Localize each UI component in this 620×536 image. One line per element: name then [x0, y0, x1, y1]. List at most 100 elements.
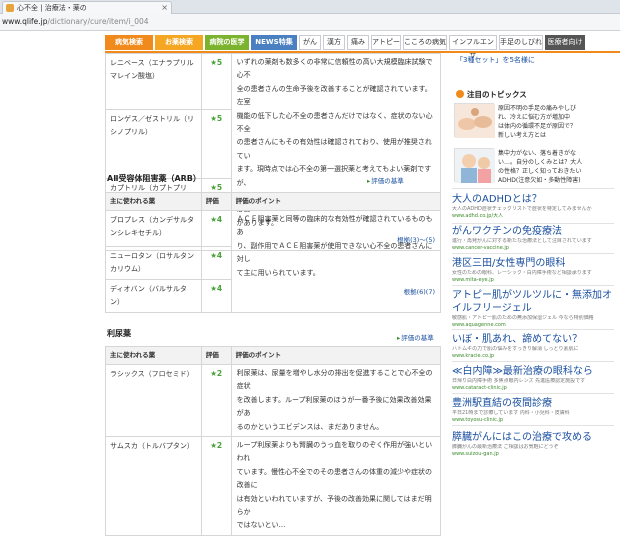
browser-tab[interactable]: 心不全 | 治療法・薬の × — [2, 1, 172, 14]
point-line: り、副作用でＡＣＥ阻害薬が使用できない心不全の患者さんに対し — [236, 241, 433, 264]
drug-name[interactable]: ディオバン（バルサルタン） — [105, 279, 202, 313]
ad-description: 平日21時まで診療しています 内科・小児科・皮膚科 — [452, 410, 570, 416]
drug-name[interactable]: ロンゲス／ゼストリル（リシノプリル） — [105, 109, 202, 179]
topic-text[interactable]: 原因不明の手足の痛みやしび れ、冷えに悩む方が増加中 は体内の循環不足が原因で？… — [498, 104, 616, 140]
topics-heading: 注目のトピックス — [456, 89, 527, 100]
promo-link[interactable]: 「3種セット」を5名様に — [456, 55, 535, 65]
section-title-diuretics: 利尿薬 — [107, 329, 131, 338]
topic-line: い…。自分のしくみとは？大人 — [498, 159, 583, 166]
tag-numbness[interactable]: 手足のしびれ — [499, 35, 543, 50]
ad-url[interactable]: www.suizou-gan.jp — [452, 451, 612, 458]
header-rating: 評価 — [200, 192, 232, 211]
ad-item[interactable]: 膵臓がんにはこの治療で攻める 膵臓がんの最新治療法 ご相談はお気軽にどうぞ ww… — [452, 431, 612, 458]
tag-pain[interactable]: 痛み — [347, 35, 369, 50]
criteria-link[interactable]: 評価の基準 — [367, 175, 404, 185]
address-bar[interactable]: www.qlife.jp/dictionary/cure/item/i_004 — [0, 14, 620, 31]
ad-description: 大人のADHD症状チェックリストで症状を特定してみませんか — [452, 206, 592, 212]
section-title-arb: AⅡ受容体阻害薬（ARB） — [107, 174, 201, 183]
topic-line: は体内の循環不足が原因で？ — [498, 123, 577, 130]
ad-item[interactable]: アトピー肌がツルツルに・無添加オイルフリージェル 敏感肌・アトピー肌のための無添… — [452, 289, 612, 329]
ad-url[interactable]: www.kracie.co.jp — [452, 353, 612, 360]
rating: ★4 — [200, 279, 232, 313]
site-nav: 病気検索 お薬検索 病院の医学 NEWS特集 がん 漢方 痛み アトピー こころ… — [105, 35, 620, 59]
tag-cancer[interactable]: がん — [299, 35, 321, 50]
point-line: ています。慢性心不全でのその患者さんの体重の減少や症状の改善に — [236, 467, 432, 490]
topic-text[interactable]: 集中力がない、落ち着きがな い…。自分のしくみとは？大人 の性格？正しく知ってお… — [498, 149, 616, 185]
ad-title[interactable]: アトピー肌がツルツルに・無添加オイルフリージェル — [452, 289, 612, 315]
header-point: 評価のポイント — [230, 192, 442, 211]
topic-line: 原因不明の手足の痛みやしび — [498, 105, 577, 112]
ad-title[interactable]: 豊洲駅直結の夜間診療 — [452, 397, 612, 410]
evaluation-point: ＡＣＥ阻害薬と同等の臨床的な有効性が確認されているものもあ り、副作用でＡＣＥ阻… — [230, 210, 442, 313]
ad-description: 敏感肌・アトピー肌のための無添加保湿ジェル 今なら特別価格 — [452, 315, 594, 321]
tag-mental[interactable]: こころの病気 — [403, 35, 447, 50]
tag-kampo[interactable]: 漢方 — [323, 35, 345, 50]
diuretics-table: 主に使われる薬 評価 評価のポイント ラシックス（フロセミド） ★2 利尿薬は、… — [105, 346, 442, 536]
topic-line: れ、冷えに悩む方が増加中 — [498, 114, 571, 121]
divider — [452, 285, 614, 286]
main-content: レニベース（エナラプリルマレイン酸塩） ★5 いずれの薬剤も数多くの非常に信頼性… — [105, 52, 445, 536]
ad-url[interactable]: www.adhd.co.jp/大人 — [452, 213, 612, 220]
ad-item[interactable]: 豊洲駅直結の夜間診療 平日21時まで診療しています 内科・小児科・皮膚科 www… — [452, 397, 612, 424]
drug-name[interactable]: ラシックス（フロセミド） — [105, 363, 202, 438]
header-point: 評価のポイント — [230, 346, 442, 365]
divider — [452, 425, 614, 426]
drug-name[interactable]: ブロプレス（カンデサルタンシレキセチル） — [105, 210, 202, 247]
topic-line: 新しい考え方とは — [498, 132, 547, 139]
divider — [452, 393, 614, 394]
nav-disease-search[interactable]: 病気検索 — [105, 35, 153, 50]
close-tab-icon[interactable]: × — [161, 2, 168, 14]
topic-thumbnail[interactable] — [454, 103, 495, 138]
point-line: を改善します。ループ利尿薬のほうが一番予後に効果改善効果があ — [236, 395, 432, 418]
drug-name[interactable]: ニューロタン（ロサルタンカリウム） — [105, 246, 202, 280]
ad-url[interactable]: www.toyosu-clinic.jp — [452, 417, 612, 424]
drug-name[interactable]: サムスカ（トルバプタン） — [105, 436, 202, 536]
rating: ★5 — [200, 52, 232, 111]
ad-item[interactable]: 港区三田/女性専門の眼科 女性のための眼科、レーシック・白内障手術など相談承りま… — [452, 257, 612, 284]
divider — [452, 361, 614, 362]
url-path: /dictionary/cure/item/i_004 — [47, 17, 149, 26]
arb-table: 主に使われる薬 評価 評価のポイント ブロプレス（カンデサルタンシレキセチル） … — [105, 192, 442, 313]
topics-title: 注目のトピックス — [467, 90, 527, 99]
ad-item[interactable]: がんワクチンの免疫療法 進行・再発がんに対する新たな治療法として注目されています… — [452, 225, 612, 252]
ad-item[interactable]: ≪白内障≫最新治療の眼科なら 日帰り白内障手術 多焦点眼内レンズ 先進医療認定施… — [452, 365, 612, 392]
tab-title: 心不全 | 治療法・薬の — [17, 4, 87, 12]
ad-description: 日帰り白内障手術 多焦点眼内レンズ 先進医療認定施設です — [452, 378, 586, 384]
rating: ★2 — [200, 363, 232, 438]
tag-medical-pro[interactable]: 医療者向け — [545, 35, 585, 50]
nav-news[interactable]: NEWS特集 — [251, 35, 297, 50]
hands-image-icon — [455, 104, 495, 138]
ad-url[interactable]: www.mita-eye.jp — [452, 277, 612, 284]
ad-item[interactable]: いぼ・肌あれ、諦めてない？ ハトムギの力で肌の悩みをすっきり解消 しっとり素肌に… — [452, 333, 612, 360]
evidence-link[interactable]: 根拠(6)(7) — [404, 288, 435, 296]
header-drug: 主に使われる薬 — [105, 346, 202, 365]
point-line: 全の患者さんの生命予後を改善することが確認されています。左室 — [236, 84, 432, 107]
point-line: いずれの薬剤も数多くの非常に信頼性の高い大規模臨床試験で心不 — [236, 58, 433, 80]
divider — [452, 329, 614, 330]
point-line: て主に用いられています。 — [236, 268, 320, 277]
rating: ★2 — [200, 436, 232, 536]
topic-line: 集中力がない、落ち着きがな — [498, 150, 577, 157]
divider — [452, 188, 614, 189]
topic-thumbnail[interactable] — [454, 148, 495, 183]
ad-title[interactable]: 大人のADHDとは？ — [452, 193, 612, 206]
url-text[interactable]: www.qlife.jp/dictionary/cure/item/i_004 — [2, 17, 149, 26]
drug-name[interactable]: レニベース（エナラプリルマレイン酸塩） — [105, 52, 202, 111]
sidebar: 「3種セット」を5名様に 注目のトピックス 原因不明の手足の痛みやしび れ、冷え… — [452, 53, 620, 462]
criteria-link[interactable]: 評価の基準 — [397, 332, 434, 342]
ad-title[interactable]: がんワクチンの免疫療法 — [452, 225, 612, 238]
tag-atopy[interactable]: アトピー — [371, 35, 401, 50]
ad-url[interactable]: www.cataract-clinic.jp — [452, 385, 612, 392]
ad-title[interactable]: ≪白内障≫最新治療の眼科なら — [452, 365, 612, 378]
ad-item[interactable]: 大人のADHDとは？ 大人のADHD症状チェックリストで症状を特定してみませんか… — [452, 193, 612, 220]
ad-title[interactable]: 膵臓がんにはこの治療で攻める — [452, 431, 612, 444]
tag-influenza[interactable]: インフルエンザ — [449, 35, 497, 59]
ad-url[interactable]: www.aquagenne.com — [452, 322, 612, 329]
ad-title[interactable]: いぼ・肌あれ、諦めてない？ — [452, 333, 612, 346]
point-line: ます。現時点では心不全の第一選択薬と考えてもよい薬剤ですが、 — [236, 165, 432, 187]
nav-hospital-medicine[interactable]: 病院の医学 — [205, 35, 249, 50]
ad-url[interactable]: www.cancer-vaccine.jp — [452, 245, 612, 252]
ad-title[interactable]: 港区三田/女性専門の眼科 — [452, 257, 612, 270]
nav-drug-search[interactable]: お薬検索 — [155, 35, 203, 50]
evaluation-point: ループ利尿薬よりも腎臓のうっ血を取りのぞく作用が強いといわれ ています。慢性心不… — [230, 436, 442, 536]
